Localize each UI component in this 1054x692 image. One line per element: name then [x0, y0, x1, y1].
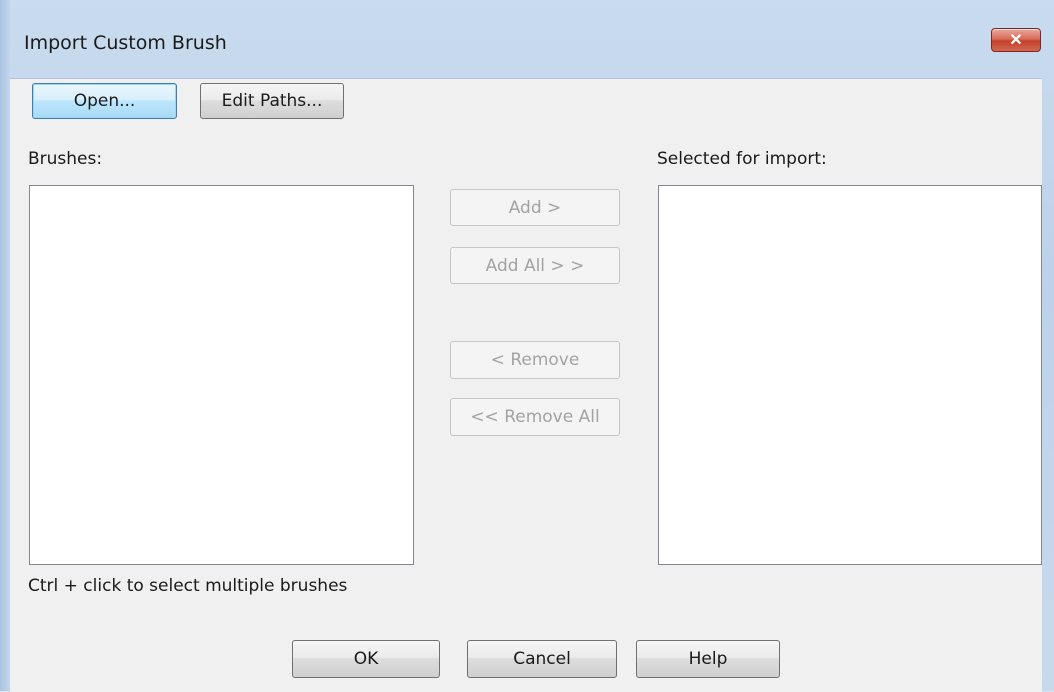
title-bar[interactable]: Import Custom Brush ✕	[10, 8, 1054, 78]
ok-button[interactable]: OK	[292, 640, 440, 678]
remove-all-button[interactable]: << Remove All	[450, 398, 620, 436]
open-button[interactable]: Open...	[32, 83, 177, 119]
add-button[interactable]: Add >	[450, 189, 620, 226]
selected-listbox[interactable]	[658, 185, 1042, 565]
close-button[interactable]: ✕	[991, 28, 1041, 52]
brushes-listbox[interactable]	[29, 185, 414, 565]
window-title: Import Custom Brush	[24, 32, 227, 54]
cancel-button[interactable]: Cancel	[467, 640, 617, 678]
remove-button[interactable]: < Remove	[450, 341, 620, 379]
dialog-body: Open... Edit Paths... Brushes: Ctrl + cl…	[10, 78, 1042, 692]
selected-for-import-label: Selected for import:	[657, 149, 827, 169]
brushes-label: Brushes:	[28, 149, 103, 169]
edit-paths-button[interactable]: Edit Paths...	[200, 83, 344, 119]
multi-select-hint: Ctrl + click to select multiple brushes	[28, 576, 348, 596]
window-border	[0, 0, 10, 691]
add-all-button[interactable]: Add All > >	[450, 247, 620, 284]
dialog-window: Import Custom Brush ✕ Open... Edit Paths…	[0, 0, 1054, 692]
close-icon: ✕	[1009, 32, 1023, 49]
help-button[interactable]: Help	[636, 640, 780, 678]
